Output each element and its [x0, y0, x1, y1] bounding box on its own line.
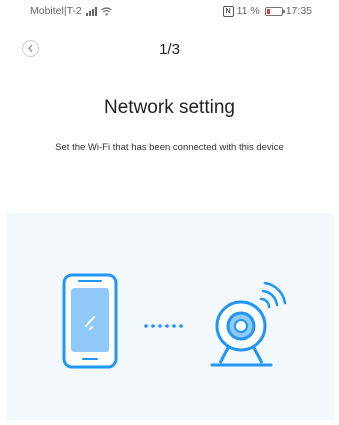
status-bar: Mobitel|T-2 N 11 % 17:35: [0, 0, 339, 22]
connection-dots: [144, 324, 183, 328]
status-left: Mobitel|T-2: [30, 5, 112, 17]
illustration-graphic: [62, 273, 287, 369]
battery-percent: 11 %: [236, 5, 260, 17]
camera-wifi-icon: [210, 281, 287, 367]
battery-icon: [264, 6, 285, 16]
signal-icon: [85, 6, 97, 16]
step-indicator: 1/3: [159, 41, 180, 58]
page-title: Network setting: [104, 97, 235, 118]
clock: 17:35: [285, 5, 312, 17]
nfc-icon: N: [222, 5, 234, 17]
network-illustration: [7, 213, 334, 420]
page-subtitle: Set the Wi-Fi that has been connected wi…: [55, 142, 284, 153]
smartphone-icon: [62, 273, 118, 369]
status-right: N 11 % 17:35: [222, 5, 312, 17]
carrier-name: Mobitel|T-2: [30, 5, 82, 17]
wifi-icon: [100, 6, 112, 15]
